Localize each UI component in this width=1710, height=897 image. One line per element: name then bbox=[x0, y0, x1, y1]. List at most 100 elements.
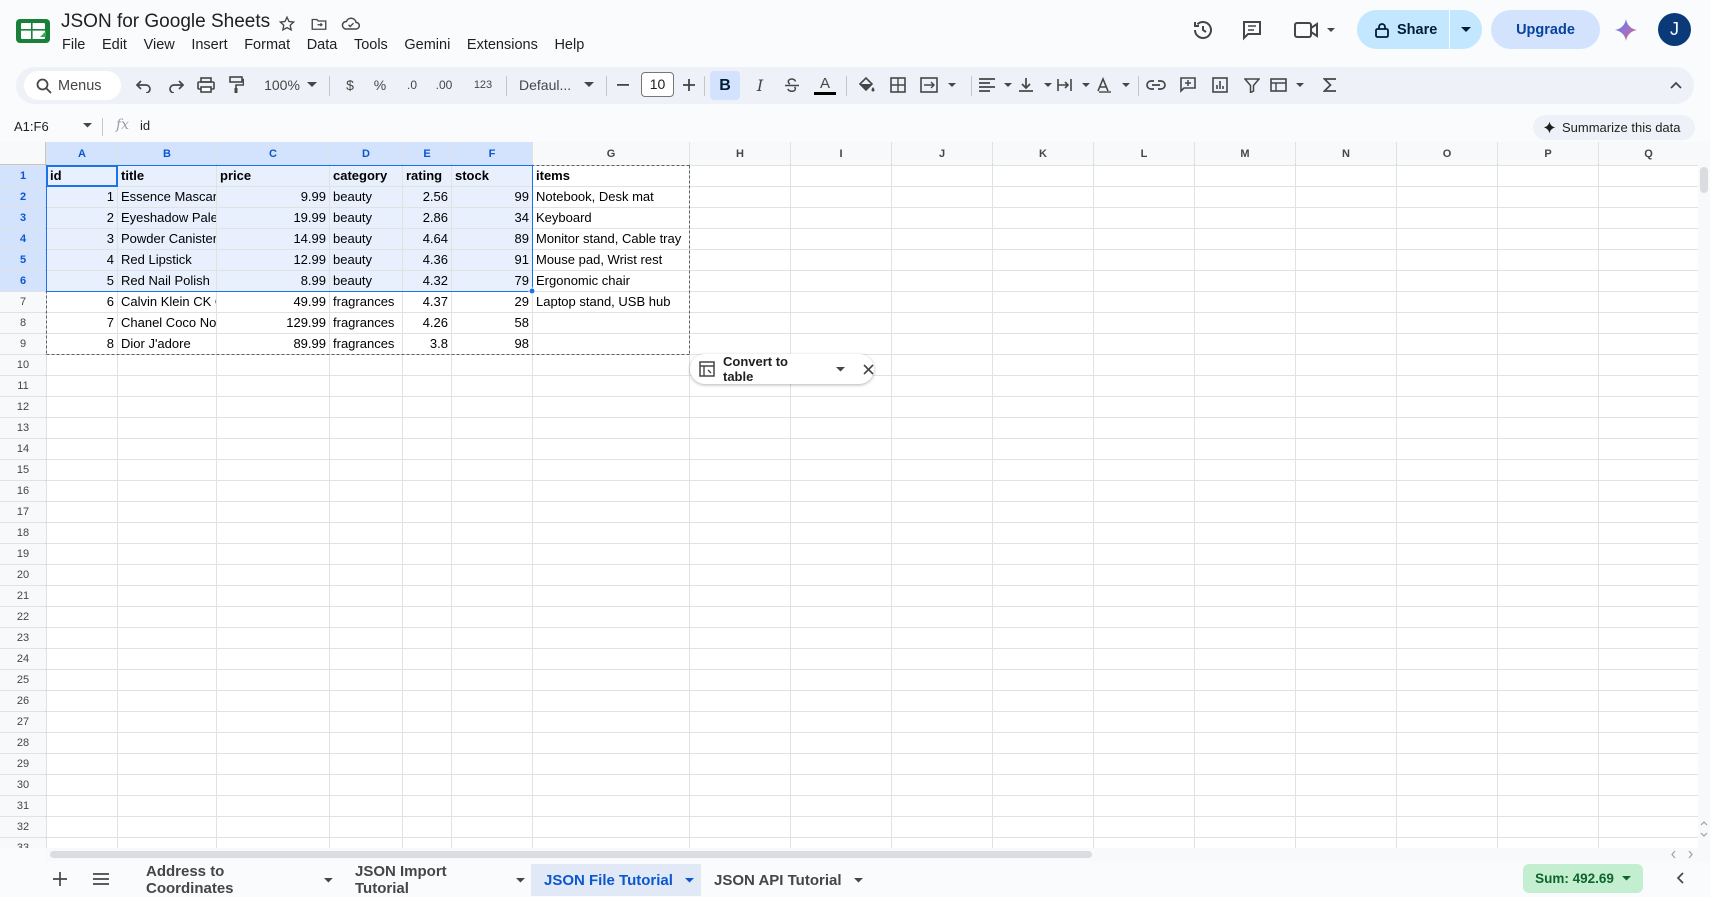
header-cell[interactable]: price bbox=[217, 166, 329, 187]
fill-color-icon[interactable] bbox=[854, 73, 878, 97]
sheet-tab-chevron-icon[interactable] bbox=[324, 877, 333, 883]
data-cell[interactable]: Chanel Coco Noir Eau De bbox=[118, 313, 216, 334]
column-header-p[interactable]: P bbox=[1498, 142, 1598, 165]
data-cell[interactable]: 7 bbox=[47, 313, 117, 334]
data-cell[interactable]: 14.99 bbox=[217, 229, 329, 250]
upgrade-button[interactable]: Upgrade bbox=[1491, 10, 1600, 49]
header-cell[interactable]: stock bbox=[452, 166, 532, 187]
bold-button[interactable]: B bbox=[710, 71, 740, 100]
data-cell[interactable]: 129.99 bbox=[217, 313, 329, 334]
formula-input[interactable]: id bbox=[140, 118, 150, 133]
row-header-18[interactable]: 18 bbox=[0, 523, 46, 543]
star-icon[interactable] bbox=[276, 13, 298, 35]
menu-extensions[interactable]: Extensions bbox=[467, 37, 538, 53]
column-header-a[interactable]: A bbox=[47, 142, 117, 165]
row-header-4[interactable]: 4 bbox=[0, 229, 46, 249]
data-cell[interactable]: 2 bbox=[47, 208, 117, 229]
row-header-9[interactable]: 9 bbox=[0, 334, 46, 354]
functions-sigma-icon[interactable] bbox=[1320, 73, 1340, 97]
column-header-j[interactable]: J bbox=[892, 142, 992, 165]
data-cell[interactable]: Monitor stand, Cable tray bbox=[533, 229, 693, 250]
column-header-b[interactable]: B bbox=[118, 142, 216, 165]
account-avatar[interactable]: J bbox=[1658, 13, 1691, 46]
row-header-14[interactable]: 14 bbox=[0, 439, 46, 459]
header-cell[interactable]: category bbox=[330, 166, 402, 187]
column-header-n[interactable]: N bbox=[1296, 142, 1396, 165]
insert-comment-icon[interactable] bbox=[1176, 73, 1200, 97]
decrease-font-size-icon[interactable] bbox=[614, 73, 632, 97]
menu-insert[interactable]: Insert bbox=[191, 37, 227, 53]
data-cell[interactable]: 89 bbox=[452, 229, 532, 250]
zoom-chevron-icon[interactable] bbox=[306, 73, 318, 97]
data-cell[interactable]: 49.99 bbox=[217, 292, 329, 313]
data-cell[interactable]: 4.36 bbox=[403, 250, 451, 271]
all-sheets-menu-icon[interactable] bbox=[93, 873, 109, 885]
data-cell[interactable]: beauty bbox=[330, 250, 402, 271]
meet-video-icon[interactable] bbox=[1294, 19, 1338, 41]
row-header-16[interactable]: 16 bbox=[0, 481, 46, 501]
data-cell[interactable]: Ergonomic chair bbox=[533, 271, 693, 292]
insert-chart-icon[interactable] bbox=[1208, 73, 1232, 97]
cloud-status-icon[interactable] bbox=[340, 13, 362, 35]
data-cell[interactable]: 12.99 bbox=[217, 250, 329, 271]
header-cell[interactable]: id bbox=[47, 166, 117, 187]
data-cell[interactable]: fragrances bbox=[330, 313, 402, 334]
close-icon[interactable] bbox=[863, 363, 874, 375]
menu-data[interactable]: Data bbox=[307, 37, 338, 53]
row-header-1[interactable]: 1 bbox=[0, 166, 46, 186]
text-rotation-icon[interactable] bbox=[1096, 73, 1134, 97]
row-header-11[interactable]: 11 bbox=[0, 376, 46, 396]
convert-options-chevron-icon[interactable] bbox=[836, 366, 845, 372]
column-header-k[interactable]: K bbox=[993, 142, 1093, 165]
menu-file[interactable]: File bbox=[62, 37, 85, 53]
data-cell[interactable]: 1 bbox=[47, 187, 117, 208]
data-cell[interactable]: Laptop stand, USB hub bbox=[533, 292, 693, 313]
horizontal-scroll-arrows-icon[interactable] bbox=[1669, 850, 1695, 859]
document-title[interactable]: JSON for Google Sheets bbox=[61, 11, 270, 33]
name-box-chevron-icon[interactable] bbox=[83, 123, 92, 128]
sheet-tab-chevron-icon[interactable] bbox=[684, 877, 694, 883]
header-cell[interactable]: items bbox=[533, 166, 693, 187]
data-cell[interactable]: 2.56 bbox=[403, 187, 451, 208]
menus-search-button[interactable]: Menus bbox=[24, 71, 121, 100]
column-header-q[interactable]: Q bbox=[1599, 142, 1698, 165]
menu-gemini[interactable]: Gemini bbox=[404, 37, 450, 53]
data-cell[interactable]: beauty bbox=[330, 208, 402, 229]
data-cell[interactable]: 4.26 bbox=[403, 313, 451, 334]
data-cell[interactable]: Essence Mascara Lash Princess bbox=[118, 187, 216, 208]
convert-to-table-button[interactable]: Convert to table bbox=[723, 354, 818, 384]
menu-help[interactable]: Help bbox=[554, 37, 584, 53]
column-header-l[interactable]: L bbox=[1094, 142, 1194, 165]
row-header-29[interactable]: 29 bbox=[0, 754, 46, 774]
strikethrough-icon[interactable] bbox=[782, 73, 802, 97]
data-cell[interactable]: 29 bbox=[452, 292, 532, 313]
zoom-select[interactable]: 100% bbox=[261, 73, 303, 97]
share-options-chevron-icon[interactable] bbox=[1450, 26, 1482, 33]
comments-icon[interactable] bbox=[1240, 18, 1264, 42]
data-cell[interactable]: 3 bbox=[47, 229, 117, 250]
row-header-23[interactable]: 23 bbox=[0, 628, 46, 648]
more-formats-button[interactable]: 123 bbox=[471, 73, 495, 97]
row-header-15[interactable]: 15 bbox=[0, 460, 46, 480]
summarize-data-button[interactable]: Summarize this data bbox=[1533, 115, 1695, 140]
row-header-31[interactable]: 31 bbox=[0, 796, 46, 816]
paint-format-icon[interactable] bbox=[224, 73, 248, 97]
sum-indicator[interactable]: Sum: 492.69 bbox=[1523, 864, 1643, 893]
row-header-30[interactable]: 30 bbox=[0, 775, 46, 795]
redo-icon[interactable] bbox=[164, 73, 188, 97]
data-cell[interactable]: 99 bbox=[452, 187, 532, 208]
data-cell[interactable]: Powder Canister bbox=[118, 229, 216, 250]
version-history-icon[interactable] bbox=[1191, 18, 1215, 42]
data-cell[interactable]: 19.99 bbox=[217, 208, 329, 229]
data-cell[interactable]: Notebook, Desk mat bbox=[533, 187, 693, 208]
name-box[interactable]: A1:F6 bbox=[8, 115, 98, 138]
column-header-f[interactable]: F bbox=[452, 142, 532, 165]
text-wrapping-icon[interactable] bbox=[1056, 73, 1094, 97]
row-header-22[interactable]: 22 bbox=[0, 607, 46, 627]
table-convert-icon[interactable] bbox=[699, 361, 715, 377]
print-icon[interactable] bbox=[194, 73, 218, 97]
row-header-32[interactable]: 32 bbox=[0, 817, 46, 837]
row-header-5[interactable]: 5 bbox=[0, 250, 46, 270]
font-size-input[interactable]: 10 bbox=[641, 72, 674, 97]
row-header-8[interactable]: 8 bbox=[0, 313, 46, 333]
